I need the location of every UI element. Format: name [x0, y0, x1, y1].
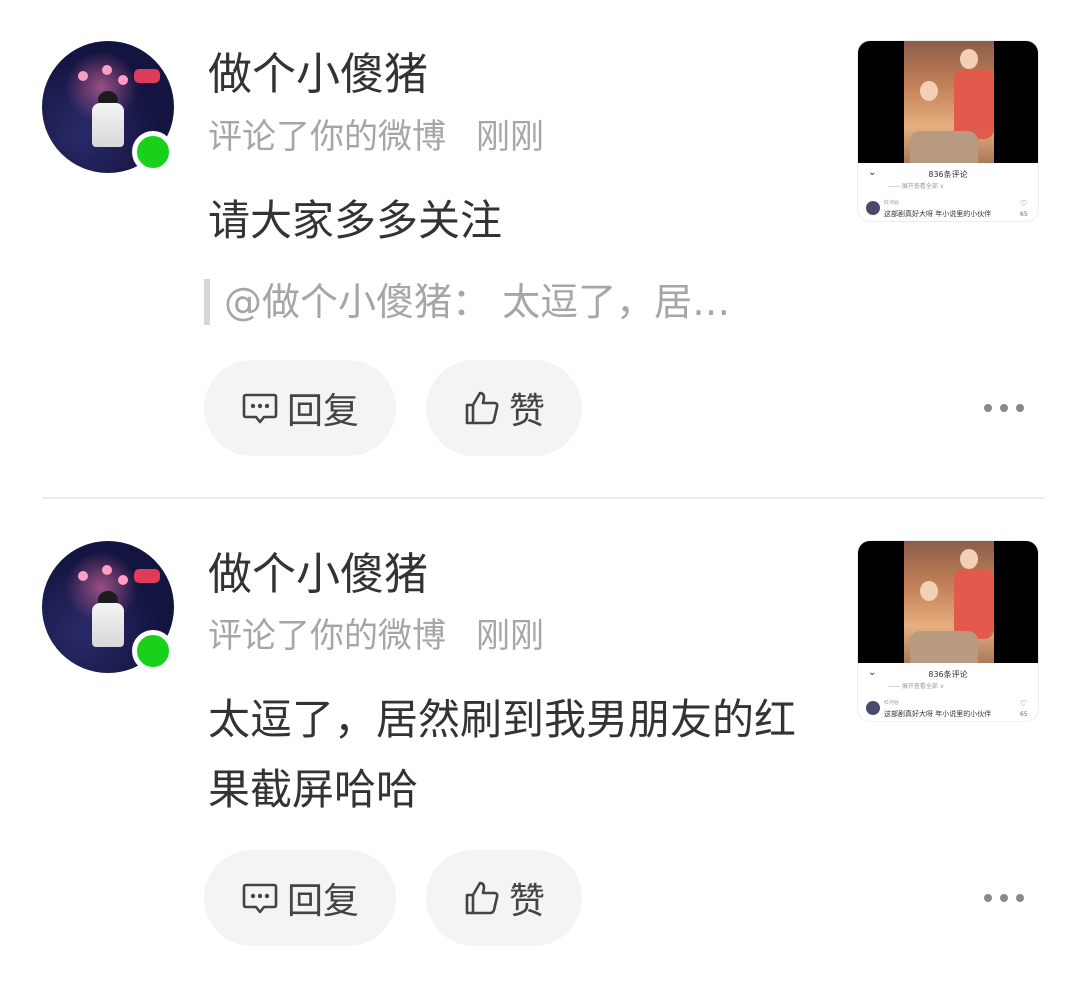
notification-meta: 评论了你的微博 刚刚 — [208, 114, 544, 160]
reply-label: 回复 — [286, 881, 359, 922]
comment-content[interactable]: 请大家多多关注 — [208, 186, 808, 256]
comment-text: 这部剧真好大呀 年小说里的小伙伴 — [884, 210, 992, 218]
notification-item[interactable]: 做个小傻猪 评论了你的微博 刚刚 请大家多多关注 @做个小傻猪： 太逗了，居… 回… — [0, 0, 1080, 498]
username[interactable]: 做个小傻猪 — [208, 545, 428, 605]
thumbs-up-icon — [465, 391, 499, 425]
thumbs-up-icon — [465, 881, 499, 915]
like-count: 65 — [1020, 711, 1028, 718]
timestamp: 刚刚 — [476, 117, 544, 157]
more-icon[interactable] — [984, 891, 1024, 905]
commenter-name: 红河谷 — [884, 700, 900, 706]
reply-button[interactable]: 回复 — [204, 850, 396, 946]
comment-count: 836条评论 — [928, 170, 968, 179]
username[interactable]: 做个小傻猪 — [208, 45, 428, 105]
video-frame — [858, 41, 1038, 163]
timestamp: 刚刚 — [476, 616, 544, 656]
like-label: 赞 — [508, 391, 545, 432]
commenter-name: 红河谷 — [884, 200, 900, 206]
comment-content[interactable]: 太逗了，居然刷到我男朋友的红果截屏哈哈 — [208, 685, 808, 825]
commenter-avatar — [866, 201, 880, 215]
action-text: 评论了你的微博 — [208, 117, 446, 157]
reply-button[interactable]: 回复 — [204, 360, 396, 456]
comment-icon — [242, 393, 278, 424]
notification-item[interactable]: 做个小傻猪 评论了你的微博 刚刚 太逗了，居然刷到我男朋友的红果截屏哈哈 回复 赞… — [0, 499, 1080, 985]
notification-meta: 评论了你的微博 刚刚 — [208, 613, 544, 659]
comment-icon — [242, 883, 278, 914]
reply-label: 回复 — [286, 391, 359, 432]
weibo-thumbnail[interactable]: ⌄ 836条评论 —— 展开查看全部 ∨ 红河谷 这部剧真好大呀 年小说里的小伙… — [858, 541, 1038, 721]
like-label: 赞 — [508, 881, 545, 922]
action-text: 评论了你的微博 — [208, 616, 446, 656]
like-button[interactable]: 赞 — [426, 850, 582, 946]
like-count: 65 — [1020, 211, 1028, 218]
online-status-dot — [132, 131, 174, 173]
comment-sheet: ⌄ 836条评论 —— 展开查看全部 ∨ 红河谷 这部剧真好大呀 年小说里的小伙… — [858, 163, 1038, 221]
online-status-dot — [132, 630, 174, 672]
like-button[interactable]: 赞 — [426, 360, 582, 456]
heart-icon: ♡ — [1020, 199, 1028, 208]
expand-hint: —— 展开查看全部 ∨ — [888, 183, 945, 190]
comment-count: 836条评论 — [928, 670, 968, 679]
comment-text: 这部剧真好大呀 年小说里的小伙伴 — [884, 710, 992, 718]
quoted-comment[interactable]: @做个小傻猪： 太逗了，居… — [204, 279, 730, 325]
heart-icon: ♡ — [1020, 699, 1028, 708]
expand-hint: —— 展开查看全部 ∨ — [888, 683, 945, 690]
comment-sheet: ⌄ 836条评论 —— 展开查看全部 ∨ 红河谷 这部剧真好大呀 年小说里的小伙… — [858, 663, 1038, 721]
weibo-thumbnail[interactable]: ⌄ 836条评论 —— 展开查看全部 ∨ 红河谷 这部剧真好大呀 年小说里的小伙… — [858, 41, 1038, 221]
more-icon[interactable] — [984, 401, 1024, 415]
commenter-avatar — [866, 701, 880, 715]
video-frame — [858, 541, 1038, 663]
